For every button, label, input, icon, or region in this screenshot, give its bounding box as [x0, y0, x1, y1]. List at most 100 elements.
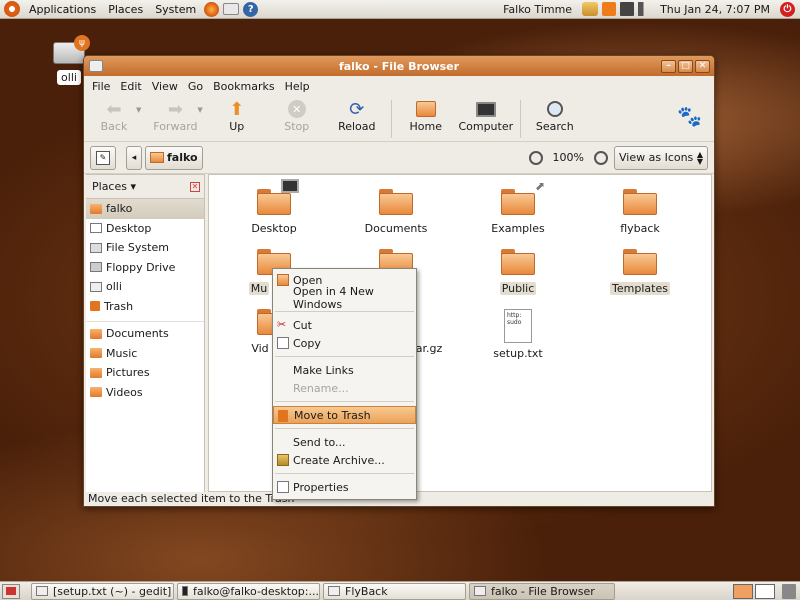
window-menu-icon[interactable]: [89, 60, 103, 72]
zoom-level[interactable]: 100%: [553, 151, 584, 164]
sidebar-type-select[interactable]: Places ▾: [92, 180, 136, 193]
sidebar-item-falko[interactable]: falko: [86, 199, 204, 219]
ctx-separator: [275, 356, 414, 357]
sidebar-item-music[interactable]: Music: [86, 344, 204, 364]
forward-history-dropdown[interactable]: ▼: [197, 106, 202, 114]
path-button-falko[interactable]: falko: [145, 145, 203, 170]
sidebar-item-documents[interactable]: Documents: [86, 324, 204, 344]
harddisk-icon: [90, 242, 102, 253]
open-folder-icon: [277, 274, 289, 286]
zoom-in-icon[interactable]: [594, 150, 608, 165]
user-name[interactable]: Falko Timme: [503, 3, 572, 16]
workspace-2[interactable]: [755, 583, 775, 599]
ctx-rename[interactable]: Rename...: [273, 379, 416, 397]
select-arrows-icon: ▲ ▼: [696, 149, 703, 166]
ctx-create-archive[interactable]: Create Archive...: [273, 451, 416, 469]
menu-go[interactable]: Go: [183, 80, 208, 93]
menu-help[interactable]: Help: [280, 80, 315, 93]
help-icon[interactable]: ?: [243, 1, 259, 17]
power-icon[interactable]: ⏻: [780, 1, 795, 17]
sidebar-item-floppy-drive[interactable]: Floppy Drive: [86, 258, 204, 278]
task-terminal[interactable]: falko@falko-desktop:...: [177, 582, 320, 600]
forward-button[interactable]: ➡ Forward: [145, 98, 205, 134]
sidebar-item-file-system[interactable]: File System: [86, 238, 204, 258]
file-item-examples[interactable]: ⬈ Examples: [463, 179, 573, 235]
file-item-flyback[interactable]: flyback: [585, 189, 695, 235]
up-button[interactable]: ⬆ Up: [207, 98, 267, 134]
sidebar-item-videos[interactable]: Videos: [86, 383, 204, 403]
task-gedit[interactable]: [setup.txt (~) - gedit]: [31, 582, 174, 600]
back-button[interactable]: ⬅ Back: [84, 98, 144, 134]
zoom-out-icon[interactable]: [528, 150, 543, 165]
maximize-button[interactable]: □: [678, 59, 693, 73]
ubuntu-logo-icon[interactable]: [4, 1, 20, 17]
volume-icon[interactable]: [638, 2, 653, 16]
ctx-properties[interactable]: Properties: [273, 478, 416, 496]
menu-places[interactable]: Places: [102, 3, 149, 16]
folder-icon: [90, 348, 102, 359]
menu-edit[interactable]: Edit: [115, 80, 146, 93]
context-menu: Open Open in 4 New Windows ✂ Cut Copy Ma…: [272, 268, 417, 500]
clock[interactable]: Thu Jan 24, 7:07 PM: [660, 3, 770, 16]
back-history-dropdown[interactable]: ▼: [136, 106, 141, 114]
mail-icon[interactable]: [223, 3, 240, 15]
ctx-cut[interactable]: ✂ Cut: [273, 316, 416, 334]
sidebar-item-olli[interactable]: olli: [86, 277, 204, 297]
search-icon: [543, 98, 567, 120]
file-item-templates[interactable]: Templates: [585, 249, 695, 295]
reload-button[interactable]: ⟳ Reload: [327, 98, 387, 134]
minimize-button[interactable]: –: [661, 59, 676, 73]
task-flyback[interactable]: FlyBack: [323, 582, 466, 600]
file-item-documents[interactable]: Documents: [341, 189, 451, 235]
firefox-icon[interactable]: [204, 1, 220, 17]
file-item-setup-txt[interactable]: http: sudo setup.txt: [463, 309, 573, 360]
menu-applications[interactable]: Applications: [23, 3, 102, 16]
sidebar-close-icon[interactable]: ✕: [190, 181, 200, 192]
file-item-public[interactable]: Public: [463, 249, 573, 295]
workspace-1[interactable]: [733, 583, 753, 599]
display-icon[interactable]: [620, 2, 635, 16]
update-notifier-icon[interactable]: [602, 2, 617, 16]
sidebar-item-trash[interactable]: Trash: [86, 297, 204, 317]
menu-bookmarks[interactable]: Bookmarks: [208, 80, 279, 93]
ctx-move-to-trash[interactable]: Move to Trash: [273, 406, 416, 424]
home-button[interactable]: Home: [396, 98, 456, 133]
forward-arrow-icon: ➡: [167, 98, 183, 120]
file-browser-icon: [474, 586, 486, 596]
ctx-send-to[interactable]: Send to...: [273, 433, 416, 451]
path-scroll-left-button[interactable]: ◂: [126, 145, 142, 170]
ctx-copy[interactable]: Copy: [273, 334, 416, 352]
stop-icon: ✕: [285, 98, 309, 120]
folder-icon: [623, 189, 657, 215]
close-button[interactable]: ✕: [695, 59, 710, 73]
bottom-panel: [setup.txt (~) - gedit] falko@falko-desk…: [0, 581, 800, 600]
file-item-desktop[interactable]: Desktop: [219, 179, 329, 235]
trash-icon: [278, 410, 288, 422]
titlebar[interactable]: falko - File Browser – □ ✕: [84, 56, 714, 76]
menu-system[interactable]: System: [149, 3, 202, 16]
menu-view[interactable]: View: [147, 80, 183, 93]
ctx-make-links[interactable]: Make Links: [273, 361, 416, 379]
desktop-drive-label: olli: [57, 70, 81, 85]
ctx-open-new-windows[interactable]: Open in 4 New Windows: [273, 285, 416, 311]
toolbar-separator-2: [519, 100, 521, 138]
window-title: falko - File Browser: [338, 59, 460, 73]
sidebar-item-desktop[interactable]: Desktop: [86, 219, 204, 239]
toggle-location-entry-button[interactable]: ✎: [90, 145, 116, 170]
stop-button[interactable]: ✕ Stop: [267, 98, 327, 133]
folder-icon: [379, 189, 413, 215]
view-mode-select[interactable]: View as Icons ▲ ▼: [614, 145, 708, 170]
toolbar: ⬅ Back ▼ ➡ Forward ▼ ⬆ Up ✕ Stop ⟳ Reloa…: [84, 96, 714, 142]
network-status-icon[interactable]: [582, 2, 599, 16]
search-button[interactable]: Search: [525, 98, 585, 133]
location-bar: ✎ ◂ falko 100% View as Icons ▲ ▼: [84, 142, 714, 174]
home-folder-small-icon: [150, 152, 164, 163]
examples-folder-icon: ⬈: [501, 179, 545, 215]
trash-applet-icon[interactable]: [782, 583, 796, 599]
task-file-browser[interactable]: falko - File Browser: [469, 582, 615, 600]
menu-file[interactable]: File: [87, 80, 115, 93]
sidebar-item-pictures[interactable]: Pictures: [86, 363, 204, 383]
workspace-switcher: [733, 583, 775, 599]
show-desktop-icon[interactable]: [2, 583, 20, 599]
computer-button[interactable]: Computer: [456, 98, 516, 133]
